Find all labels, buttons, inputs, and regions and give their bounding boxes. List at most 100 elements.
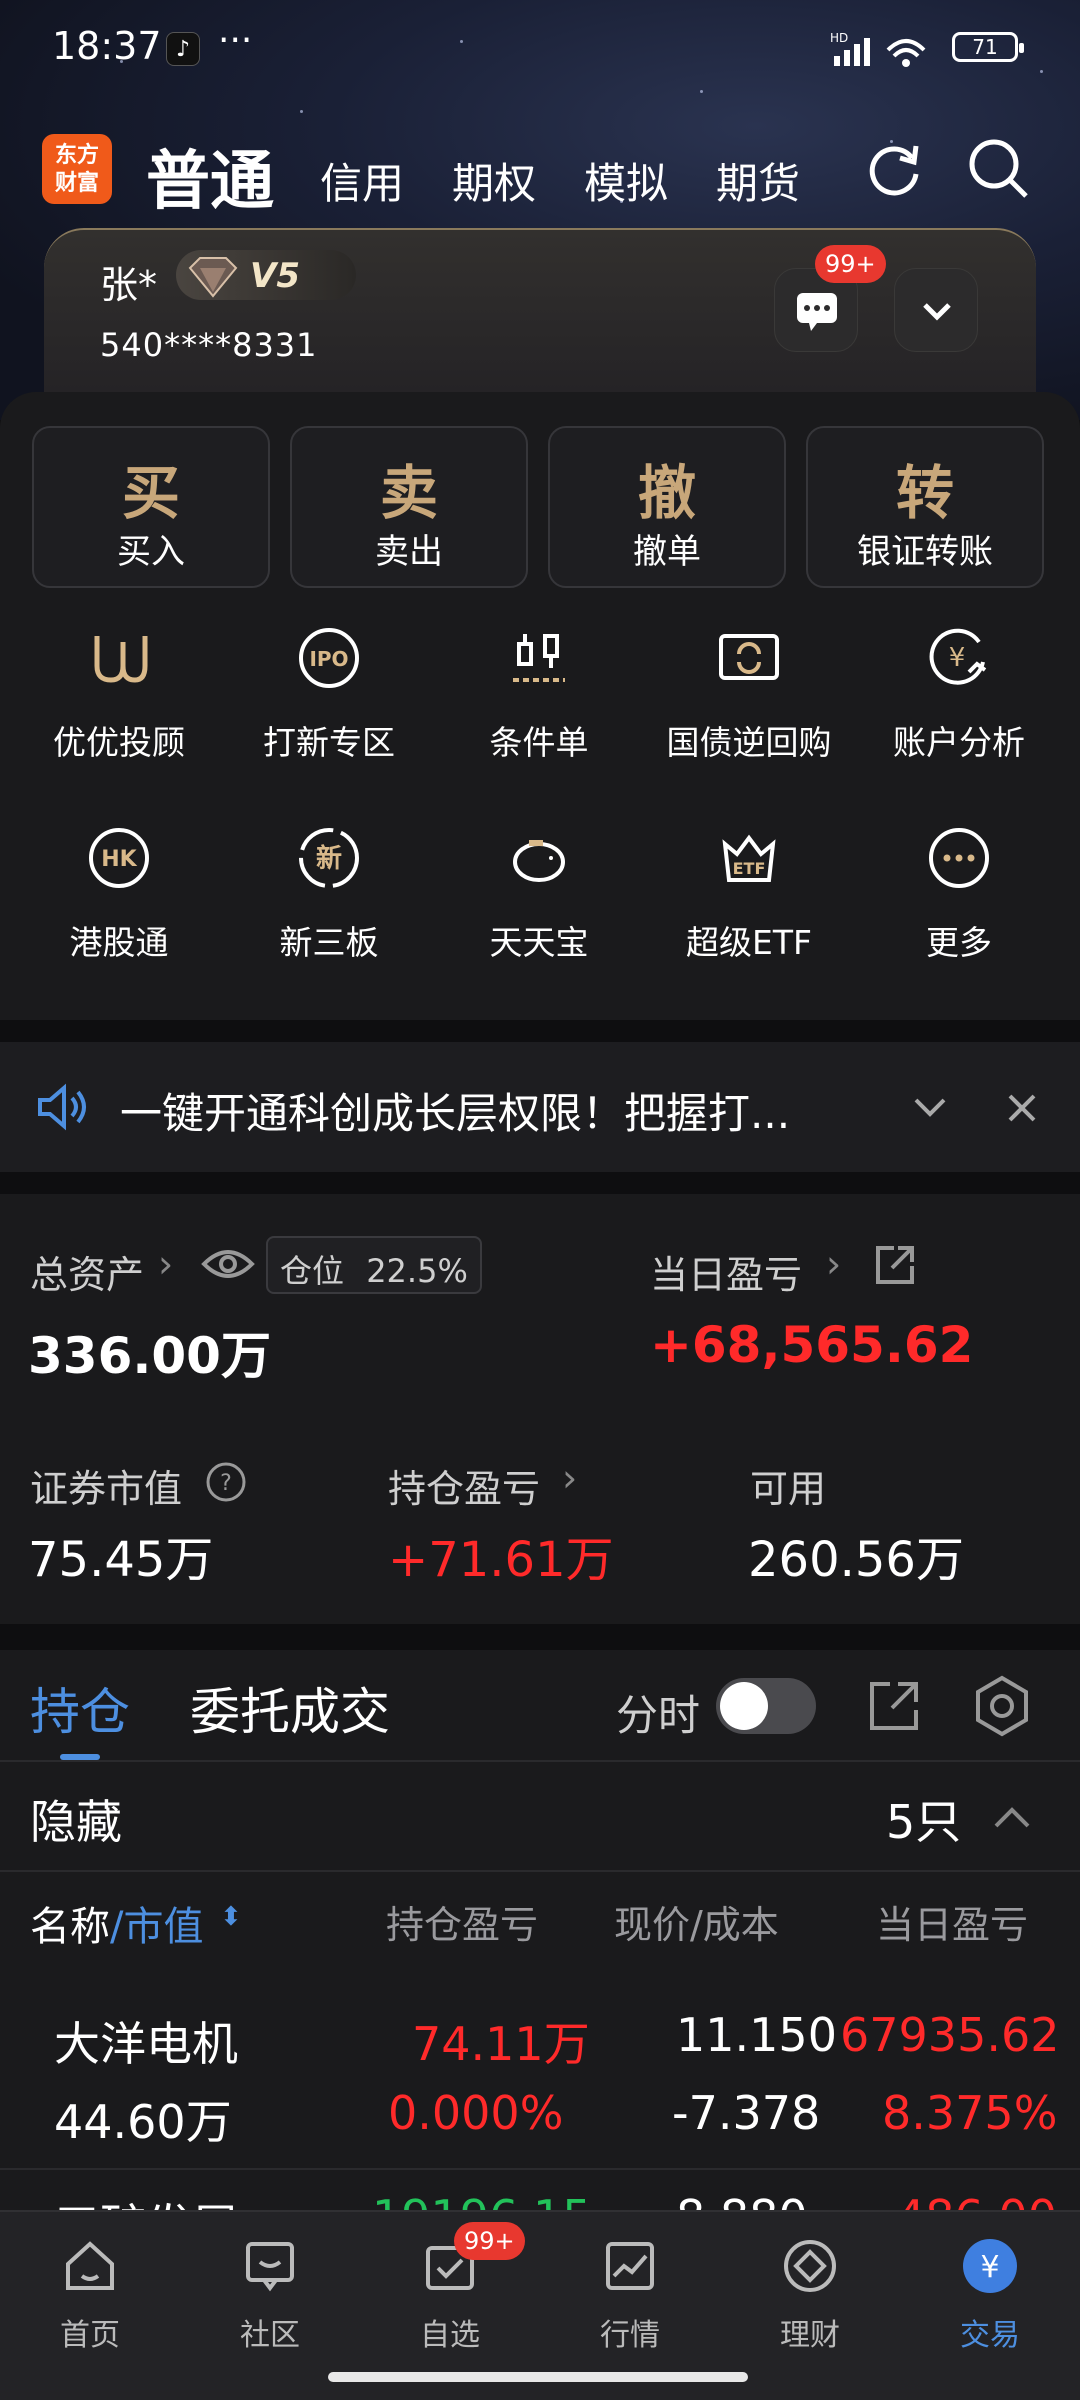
- cancel-label: 撤单: [633, 532, 701, 572]
- col-pl-header[interactable]: 持仓盈亏: [386, 1894, 538, 1949]
- tiktok-icon: ♪: [166, 32, 200, 66]
- holdings-section: 持仓 委托成交 分时 隐藏 5只 名称 /市值 ⬍ 持仓盈亏 现价/成本 当日盈…: [0, 1650, 1080, 2253]
- available-value: 260.56万: [748, 1532, 964, 1588]
- divider: [0, 1870, 1080, 1872]
- transfer-label: 银证转账: [857, 532, 993, 572]
- total-assets-link[interactable]: 总资产: [30, 1244, 144, 1299]
- grid-item-tiantianbao[interactable]: 天天宝: [434, 822, 644, 964]
- trade-function-panel: 买 买入 卖 卖出 撤 撤单 转 银证转账 优优投顾 IPO 打新专区 条件单 …: [0, 392, 1080, 1020]
- grid-item-uu-advisor[interactable]: 优优投顾: [14, 622, 224, 764]
- nav-label: 行情: [600, 2318, 660, 2353]
- grid-item-neeq[interactable]: 新 新三板: [224, 822, 434, 964]
- nav-community[interactable]: 社区: [210, 2236, 330, 2354]
- grid-item-super-etf[interactable]: ETF 超级ETF: [644, 822, 854, 964]
- eye-icon[interactable]: [200, 1246, 256, 1282]
- nav-trade[interactable]: ¥ 交易: [930, 2236, 1050, 2354]
- grid-label: 打新专区: [263, 723, 395, 762]
- nav-market[interactable]: 行情: [570, 2236, 690, 2354]
- col-daily-header[interactable]: 当日盈亏: [876, 1894, 1052, 1949]
- home-indicator[interactable]: [328, 2372, 748, 2382]
- status-bar: 18:37 ♪ ··· HD 71: [0, 20, 1080, 80]
- tab-normal[interactable]: 普通: [146, 130, 274, 222]
- stock-daily-pl: 67935.62: [840, 2008, 1060, 2062]
- grid-item-condition-order[interactable]: 条件单: [434, 622, 644, 764]
- tab-orders[interactable]: 委托成交: [190, 1672, 390, 1744]
- stock-daily-pct: 8.375%: [882, 2086, 1058, 2140]
- sell-char: 卖: [379, 459, 438, 527]
- nav-watchlist[interactable]: 自选 99+: [390, 2222, 525, 2354]
- neeq-icon: 新: [299, 828, 359, 888]
- svg-text:ETF: ETF: [733, 859, 766, 878]
- tab-options[interactable]: 期权: [452, 150, 536, 211]
- tab-futures[interactable]: 期货: [716, 150, 800, 211]
- nav-label: 理财: [780, 2318, 840, 2353]
- cancel-order-button[interactable]: 撤 撤单: [548, 426, 786, 588]
- grid-item-account-analysis[interactable]: ¥ 账户分析: [854, 622, 1064, 764]
- grid-item-hk-connect[interactable]: HK 港股通: [14, 822, 224, 964]
- settings-gear-icon[interactable]: [970, 1674, 1034, 1738]
- watchlist-badge: 99+: [454, 2222, 525, 2260]
- position-label: 仓位: [280, 1252, 345, 1290]
- signal-wifi-icon: HD: [830, 31, 926, 67]
- account-number: 540****8331: [100, 326, 318, 364]
- message-button[interactable]: 99+: [774, 245, 886, 352]
- tab-simulation[interactable]: 模拟: [584, 150, 668, 211]
- grid-label: 条件单: [489, 723, 589, 762]
- sort-arrows-icon[interactable]: ⬍: [220, 1902, 242, 1932]
- external-link-icon[interactable]: [864, 1676, 924, 1736]
- wealth-icon: [784, 2240, 836, 2292]
- stock-pl-pct: 0.000%: [388, 2086, 564, 2140]
- search-icon[interactable]: [966, 136, 1030, 200]
- svg-text:¥: ¥: [980, 2250, 999, 2285]
- tab-positions[interactable]: 持仓: [30, 1672, 130, 1744]
- close-icon[interactable]: [1002, 1088, 1042, 1128]
- nav-label: 首页: [60, 2318, 120, 2353]
- app-logo[interactable]: 东方 财富: [42, 134, 112, 204]
- grid-item-more[interactable]: 更多: [854, 822, 1064, 964]
- svg-text:新: 新: [316, 843, 342, 874]
- tab-credit[interactable]: 信用: [320, 150, 404, 211]
- asset-summary: 总资产 › 仓位 22.5% 336.00万 当日盈亏 › +68,565.62…: [0, 1194, 1080, 1624]
- home-icon: [66, 2241, 114, 2290]
- col-price-header[interactable]: 现价/成本: [614, 1894, 779, 1949]
- nav-home[interactable]: 首页: [30, 2236, 150, 2354]
- grid-label: 优优投顾: [53, 723, 185, 762]
- chevron-down-icon: [923, 303, 951, 321]
- daily-pl-link[interactable]: 当日盈亏: [650, 1244, 802, 1299]
- notice-banner[interactable]: 一键开通科创成长层权限！把握打...: [0, 1042, 1080, 1172]
- nav-wealth[interactable]: 理财: [750, 2236, 870, 2354]
- vip-level-badge[interactable]: V5: [176, 250, 356, 300]
- grid-label: 港股通: [69, 923, 169, 962]
- expand-notice-icon[interactable]: [908, 1090, 952, 1126]
- nav-label: 社区: [240, 2318, 300, 2353]
- logo-line-1: 东方: [54, 143, 99, 168]
- timeshare-toggle[interactable]: [716, 1678, 816, 1734]
- share-icon[interactable]: [872, 1242, 918, 1288]
- chevron-right-icon: ›: [158, 1242, 174, 1286]
- account-switch-button[interactable]: [894, 268, 978, 352]
- help-icon[interactable]: ?: [204, 1460, 248, 1504]
- svg-text:HK: HK: [101, 847, 137, 872]
- buy-button[interactable]: 买 买入: [32, 426, 270, 588]
- holding-pl-link[interactable]: 持仓盈亏: [388, 1458, 540, 1513]
- trade-yuan-icon: ¥: [963, 2239, 1017, 2293]
- col-name-header[interactable]: 名称: [30, 1894, 110, 1952]
- chevron-up-icon[interactable]: [990, 1800, 1034, 1836]
- refresh-icon[interactable]: [862, 136, 926, 200]
- stock-cost: -7.378: [672, 2086, 821, 2140]
- account-analysis-icon: ¥: [929, 628, 987, 685]
- col-market-value-sort[interactable]: /市值: [110, 1894, 203, 1952]
- etf-icon: ETF: [722, 834, 776, 882]
- sell-button[interactable]: 卖 卖出: [290, 426, 528, 588]
- market-value: 75.45万: [28, 1532, 214, 1588]
- chevron-right-icon: ›: [826, 1242, 842, 1286]
- timeshare-label: 分时: [616, 1691, 701, 1740]
- community-icon: [246, 2242, 294, 2292]
- bank-transfer-button[interactable]: 转 银证转账: [806, 426, 1044, 588]
- grid-item-repo[interactable]: 国债逆回购: [644, 622, 854, 764]
- grid-item-ipo[interactable]: IPO 打新专区: [224, 622, 434, 764]
- stock-name: 大洋电机: [54, 2017, 238, 2071]
- stock-market-value: 44.60万: [54, 2095, 232, 2149]
- hide-toggle-label[interactable]: 隐藏: [30, 1786, 122, 1852]
- logo-line-2: 财富: [54, 171, 99, 196]
